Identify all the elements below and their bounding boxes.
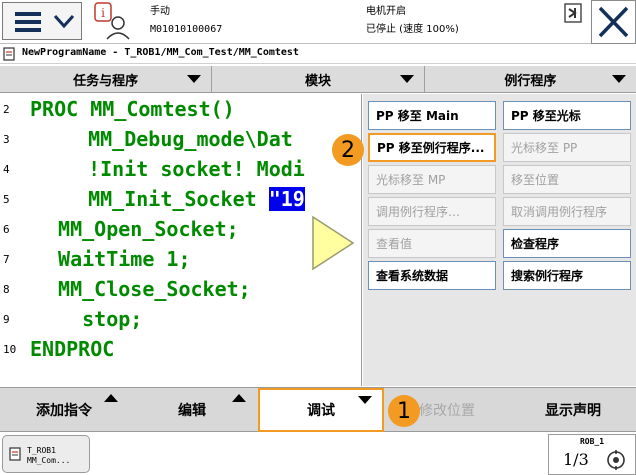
program-path-bar: NewProgramName - T_ROB1/MM_Com_Test/MM_C… [0, 44, 636, 64]
code-line[interactable]: WaitTime 1; [46, 247, 190, 271]
status-left: 手动 M01010100067 [150, 3, 222, 39]
popup-up-arrow-icon [232, 394, 246, 402]
close-icon [598, 6, 629, 38]
debug-button[interactable]: 调试 [258, 388, 384, 432]
task-name: T_ROB1 [27, 446, 56, 455]
editor-tabs: 任务与程序 模块 例行程序 [0, 66, 636, 93]
line-number: 2 [3, 103, 10, 116]
pp-to-cursor-button[interactable]: PP 移至光标 [503, 101, 631, 130]
code-line[interactable]: !Init socket! Modi [64, 157, 305, 181]
line-number: 7 [3, 253, 10, 266]
dropdown-arrow-icon [611, 75, 626, 83]
step-callout-2: 2 [332, 134, 364, 166]
controller-id: M01010100067 [150, 24, 223, 35]
line-number: 10 [3, 343, 17, 356]
line-number: 8 [3, 283, 10, 296]
code-line[interactable]: MM_Init_Socket "19 [64, 187, 305, 211]
operator-info-icon[interactable]: i [93, 1, 133, 41]
step-callout-1: 1 [388, 395, 420, 427]
motor-state: 电机开启 [366, 6, 406, 17]
code-editor[interactable]: 2 3 4 5 6 7 8 9 10 PROC MM_Comtest() MM_… [0, 94, 362, 386]
code-line[interactable]: MM_Open_Socket; [46, 217, 239, 241]
cursor-to-mp-button[interactable]: 光标移至 MP [368, 165, 496, 194]
program-editor-icon [3, 47, 15, 61]
program-path: NewProgramName - T_ROB1/MM_Com_Test/MM_C… [22, 47, 299, 58]
view-system-data-button[interactable]: 查看系统数据 [368, 261, 496, 290]
quickset-icon[interactable] [562, 2, 584, 24]
cursor-to-pp-button[interactable]: 光标移至 PP [503, 133, 631, 162]
pp-to-main-button[interactable]: PP 移至 Main [368, 101, 496, 130]
line-number: 3 [3, 133, 10, 146]
button-label: 显示声明 [545, 403, 601, 419]
popup-down-arrow-icon [358, 396, 372, 404]
tab-tasks-and-programs[interactable]: 任务与程序 [0, 66, 213, 92]
status-right: 电机开启 已停止 (速度 100%) [366, 3, 459, 39]
dropdown-arrow-icon [187, 75, 202, 83]
add-instruction-button[interactable]: 添加指令 [0, 388, 128, 432]
search-routine-button[interactable]: 搜索例行程序 [503, 261, 631, 290]
tab-label: 任务与程序 [73, 73, 139, 89]
robot-label: ROB_1 [579, 437, 605, 446]
popup-up-arrow-icon [104, 394, 118, 402]
svg-text:i: i [101, 6, 105, 20]
bottom-toolbar: 添加指令 编辑 调试 修改位置 显示声明 [0, 387, 636, 432]
close-button[interactable] [591, 0, 636, 44]
call-routine-button[interactable]: 调用例行程序… [368, 197, 496, 226]
line-number: 9 [3, 313, 10, 326]
mode-label: 手动 [150, 6, 170, 17]
code-line[interactable]: PROC MM_Comtest() [30, 97, 235, 121]
tab-label: 模块 [304, 73, 331, 89]
hamburger-icon [15, 12, 41, 36]
button-label: 添加指令 [36, 403, 92, 419]
mechanical-unit-indicator[interactable]: ROB_1 1/3 [548, 434, 636, 475]
debug-menu-panel: PP 移至 Main PP 移至光标 PP 移至例行程序... 光标移至 PP … [363, 94, 636, 386]
code-line[interactable]: MM_Debug_mode\Dat [64, 127, 293, 151]
top-status-bar: i 手动 M01010100067 电机开启 已停止 (速度 100%) [0, 0, 636, 44]
code-text: MM_Init_Socket [64, 187, 269, 211]
dropdown-arrow-icon [399, 75, 414, 83]
task-button-text: T_ROB1 MM_Com... [27, 446, 70, 466]
main-menu-button[interactable] [2, 2, 82, 40]
pp-to-routine-button[interactable]: PP 移至例行程序... [368, 133, 496, 162]
tab-modules[interactable]: 模块 [212, 66, 425, 92]
mechanical-unit-icon [607, 450, 625, 470]
show-declaration-button[interactable]: 显示声明 [510, 388, 636, 432]
tab-routines[interactable]: 例行程序 [425, 66, 636, 92]
edit-button[interactable]: 编辑 [128, 388, 256, 432]
check-program-button[interactable]: 检查程序 [503, 229, 631, 258]
chevron-down-icon [53, 14, 75, 29]
line-number: 4 [3, 163, 10, 176]
task-bar: T_ROB1 MM_Com... [0, 432, 636, 475]
routine-name: MM_Com... [27, 456, 71, 465]
task-fraction: 1/3 [563, 450, 589, 469]
view-value-button[interactable]: 查看值 [368, 229, 496, 258]
button-label: 编辑 [178, 403, 206, 419]
button-label: 修改位置 [419, 403, 475, 419]
selected-argument[interactable]: "19 [268, 187, 305, 211]
program-pointer-arrow-icon [312, 215, 355, 271]
program-editor-task-button[interactable]: T_ROB1 MM_Com... [2, 435, 90, 473]
button-label: 调试 [307, 403, 335, 419]
line-number: 5 [3, 193, 10, 206]
code-line[interactable]: stop; [46, 307, 142, 331]
code-line[interactable]: ENDPROC [30, 337, 114, 361]
cancel-call-routine-button[interactable]: 取消调用例行程序 [503, 197, 631, 226]
code-line[interactable]: MM_Close_Socket; [46, 277, 251, 301]
line-number: 6 [3, 223, 10, 236]
go-to-position-button[interactable]: 移至位置 [503, 165, 631, 194]
program-editor-icon [9, 447, 21, 461]
line-number-gutter: 2 3 4 5 6 7 8 9 10 [0, 94, 22, 386]
run-state: 已停止 (速度 100%) [366, 24, 459, 35]
tab-label: 例行程序 [504, 73, 557, 89]
